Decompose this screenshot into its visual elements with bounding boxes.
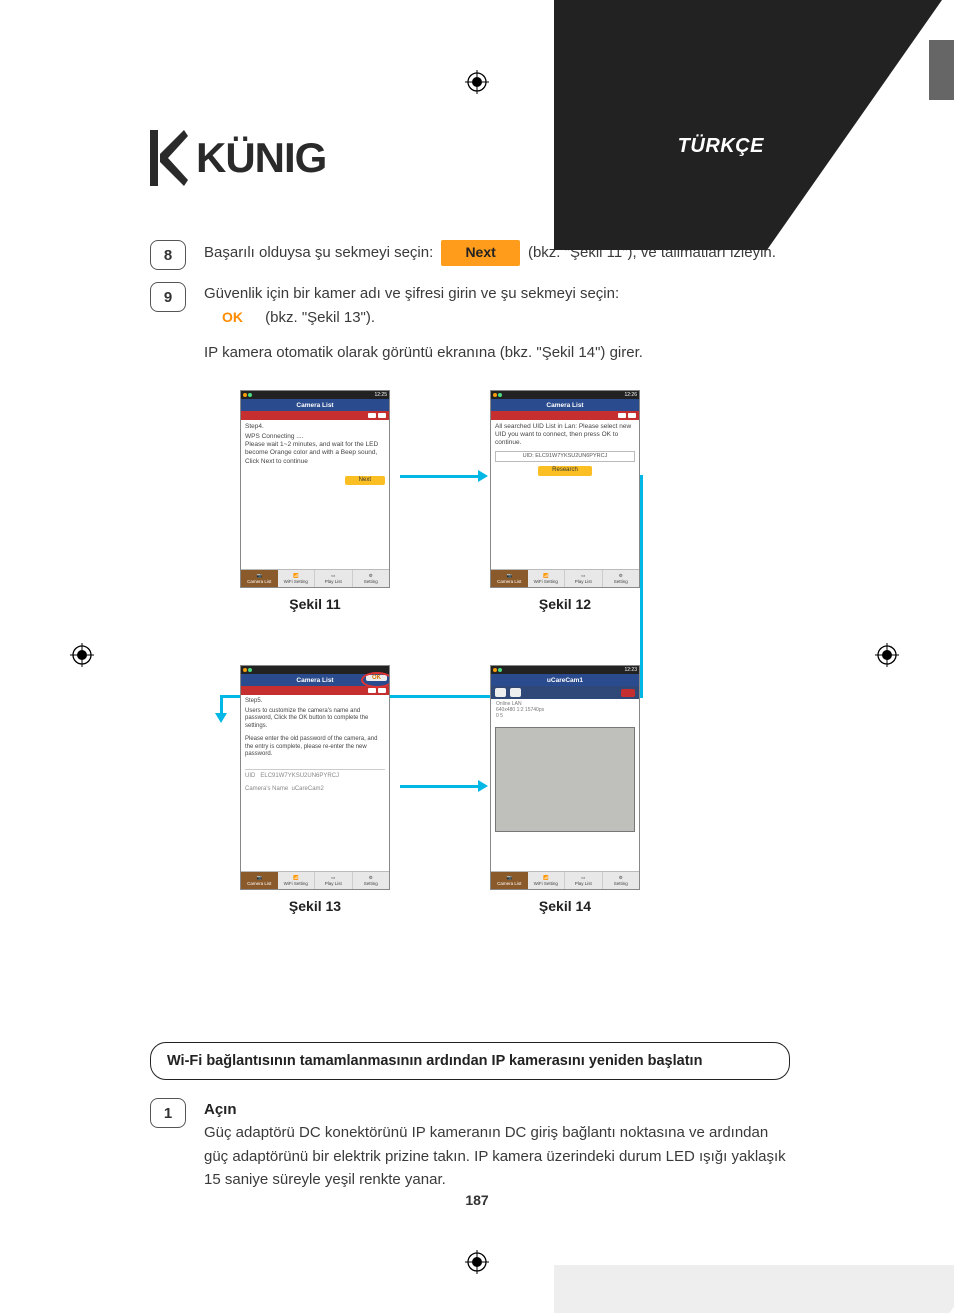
next-button: Next	[345, 476, 385, 486]
arrow-icon	[400, 475, 480, 478]
research-button: Research	[538, 466, 592, 476]
figure-12: 12:26 Camera List All searched UID List …	[490, 390, 640, 612]
arrow-icon	[220, 695, 223, 715]
language-label: TÜRKÇE	[678, 135, 764, 158]
step-label: Step4.	[245, 423, 385, 431]
nav-camera-list: 📷Camera List	[241, 570, 278, 587]
ok-button-inline: OK	[208, 305, 257, 331]
nav-setting: ⚙Setting	[353, 570, 390, 587]
body-text: Please enter the old password of the cam…	[245, 736, 385, 759]
step-9: 9 Güvenlik için bir kamer adı ve şifresi…	[150, 282, 800, 364]
toolbar-icon	[510, 688, 521, 697]
highlight-oval-icon	[361, 672, 390, 688]
registration-mark-left	[70, 643, 94, 671]
toolbar-icon	[495, 688, 506, 697]
step-text: (bkz. "Şekil 13").	[265, 309, 375, 326]
uid-box: UID: ELC91W7YKSU2UN6PYRCJ	[495, 451, 635, 462]
figure-caption: Şekil 13	[289, 898, 341, 914]
figure-caption: Şekil 11	[289, 596, 340, 612]
page-footer-decoration	[554, 1265, 954, 1313]
app-header: Camera List OK	[241, 674, 389, 686]
flow-line	[640, 475, 643, 695]
step-number: 9	[150, 282, 186, 312]
video-preview	[495, 727, 635, 832]
step-number: 1	[150, 1098, 186, 1128]
bottom-nav: 📷Camera List 📶WiFi Setting ▭Play List ⚙S…	[491, 569, 639, 587]
app-header: Camera List	[241, 399, 389, 411]
arrow-icon	[400, 785, 480, 788]
step-text: Başarılı olduysa şu sekmeyi seçin:	[204, 244, 433, 261]
figure-13: Camera List OK Step5. Users to customize…	[240, 665, 390, 914]
step-number: 8	[150, 240, 186, 270]
figures-container: 12:25 Camera List Step4. WPS Connecting …	[240, 390, 800, 922]
step-text: Güç adaptörü DC konektörünü IP kameranın…	[204, 1124, 786, 1188]
bottom-nav: 📷Camera List 📶WiFi Setting ▭Play List ⚙S…	[241, 871, 389, 889]
nav-wifi: 📶WiFi Setting	[278, 570, 316, 587]
next-button-inline: Next	[441, 240, 519, 266]
figure-14: 12:23 uCareCam1 Online LAN 640x480 1:2 1…	[490, 665, 640, 914]
instruction-steps: 8 Başarılı olduysa şu sekmeyi seçin: Nex…	[150, 240, 800, 376]
phone-screenshot: 12:26 Camera List All searched UID List …	[490, 390, 640, 588]
step-title: Açın	[204, 1101, 237, 1118]
bottom-nav: 📷Camera List 📶WiFi Setting ▭Play List ⚙S…	[241, 569, 389, 587]
figure-caption: Şekil 12	[539, 596, 591, 612]
figure-11: 12:25 Camera List Step4. WPS Connecting …	[240, 390, 390, 612]
step-label: Step5.	[245, 698, 385, 706]
logo-k-icon	[150, 130, 188, 186]
app-header: uCareCam1	[491, 674, 639, 686]
step-1-final: 1 Açın Güç adaptörü DC konektörünü IP ka…	[150, 1098, 790, 1191]
registration-mark-bottom	[465, 1250, 489, 1278]
step-text: Güvenlik için bir kamer adı ve şifresi g…	[204, 282, 800, 305]
brand-logo: KÜNIG	[150, 130, 326, 186]
page-number: 187	[0, 1192, 954, 1208]
step-text: IP kamera otomatik olarak görüntü ekranı…	[204, 341, 800, 364]
app-header: Camera List	[491, 399, 639, 411]
nav-playlist: ▭Play List	[315, 570, 353, 587]
registration-mark-right	[875, 643, 899, 671]
body-text: WPS Connecting .... Please wait 1~2 minu…	[245, 433, 385, 466]
logo-text: KÜNIG	[196, 134, 326, 182]
figure-caption: Şekil 14	[539, 898, 591, 914]
phone-screenshot: 12:23 uCareCam1 Online LAN 640x480 1:2 1…	[490, 665, 640, 890]
registration-mark-top	[465, 70, 489, 98]
bottom-nav: 📷Camera List 📶WiFi Setting ▭Play List ⚙S…	[491, 871, 639, 889]
record-icon	[621, 689, 635, 697]
page-header-decoration	[554, 0, 954, 250]
phone-screenshot: Camera List OK Step5. Users to customize…	[240, 665, 390, 890]
phone-screenshot: 12:25 Camera List Step4. WPS Connecting …	[240, 390, 390, 588]
video-toolbar	[491, 686, 639, 699]
body-text: All searched UID List in Lan: Please sel…	[495, 423, 635, 447]
body-text: Users to customize the camera's name and…	[245, 708, 385, 731]
status-text: 0 5	[496, 713, 634, 719]
restart-notice: Wi-Fi bağlantısının tamamlanmasının ardı…	[150, 1042, 790, 1080]
